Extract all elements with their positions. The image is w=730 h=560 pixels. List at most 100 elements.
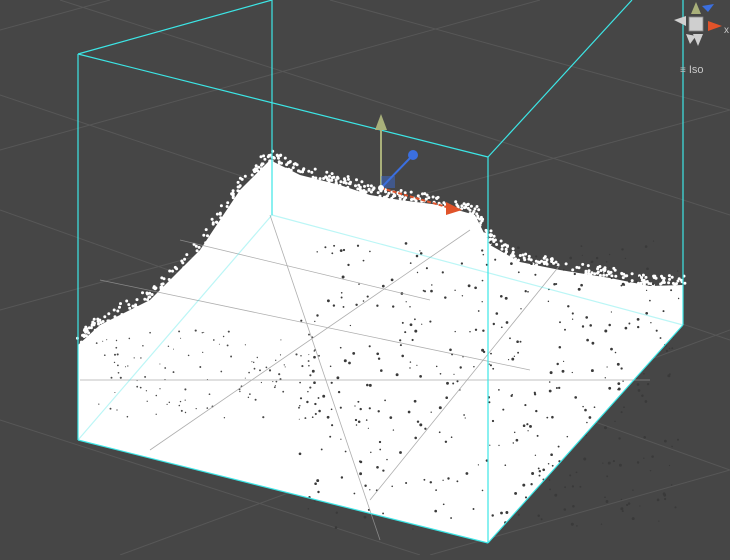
particle [587, 271, 591, 275]
z-cone-icon[interactable] [702, 4, 714, 12]
particle-gap [343, 359, 347, 363]
projection-toggle[interactable]: ≡ Iso [680, 64, 704, 76]
particle-gap [339, 406, 342, 409]
particle-gap [644, 400, 648, 403]
particle-gap [326, 299, 330, 303]
particle-gap [520, 308, 522, 310]
scene-viewport[interactable]: x ≡ Iso [0, 0, 730, 556]
particle-gap [676, 438, 680, 441]
particle [392, 193, 396, 197]
particle-gap [102, 340, 104, 342]
particle-gap [530, 483, 533, 486]
particle [495, 243, 499, 246]
particle-gap [559, 321, 561, 324]
particle-gap [481, 301, 483, 303]
gizmo-cube-icon[interactable] [688, 16, 704, 32]
particle-gap [308, 333, 310, 336]
particle [360, 180, 364, 184]
particle-gap [300, 319, 303, 322]
particle-gap [299, 397, 303, 400]
y-cone-icon[interactable] [691, 2, 701, 14]
particle-gap [474, 286, 477, 290]
x-cone-icon[interactable] [708, 21, 722, 31]
particle [460, 204, 464, 208]
z-axis-arrow-icon[interactable] [408, 150, 418, 160]
particle-gap [573, 272, 576, 276]
neg-x-cone-icon[interactable] [674, 16, 686, 26]
particle-gap [155, 413, 157, 415]
particle-gap [366, 295, 369, 298]
particle-gap [166, 403, 168, 406]
particle-gap [164, 367, 167, 369]
particle-gap [239, 390, 241, 393]
scene-canvas[interactable] [0, 0, 730, 556]
particle [250, 173, 254, 177]
orientation-gizmo[interactable]: x [662, 0, 730, 90]
particle [512, 254, 516, 258]
particle-gap [676, 270, 679, 272]
particle-gap [447, 477, 450, 480]
particle-gap [473, 366, 475, 368]
particle [366, 184, 370, 188]
particle-gap [201, 332, 203, 334]
particle [630, 279, 634, 283]
particle [376, 191, 380, 195]
particle-gap [618, 437, 621, 440]
y-axis-arrow-icon[interactable] [375, 114, 387, 130]
particle-gap [401, 354, 404, 358]
particle [236, 180, 240, 184]
particle-gap [313, 350, 316, 352]
particle-gap [376, 304, 379, 307]
particle-gap [348, 361, 351, 365]
particle [324, 175, 328, 179]
particle-gap [299, 405, 301, 407]
particle-gap [566, 435, 569, 438]
particle [652, 274, 656, 278]
particle-gap [663, 439, 667, 443]
particle-gap [557, 445, 560, 448]
particle-gap [330, 381, 333, 384]
particle [659, 282, 663, 286]
particle [262, 154, 266, 158]
particle-gap [579, 485, 582, 488]
particle [606, 270, 610, 274]
particle-gap [555, 263, 558, 266]
particle-gap [117, 371, 120, 374]
particle-gap [326, 415, 330, 419]
particle [647, 282, 651, 285]
particle-gap [307, 360, 310, 362]
particle-gap [220, 370, 223, 373]
particle-gap [142, 345, 144, 347]
particle-gap [218, 343, 220, 345]
particle-gap [481, 489, 484, 492]
particle-gap [172, 348, 175, 350]
pivot-center[interactable] [378, 185, 384, 191]
particle-mass [78, 160, 683, 543]
particle-gap [617, 388, 619, 391]
particle-gap [313, 381, 316, 385]
particle-gap [251, 361, 253, 363]
particle-gap [295, 353, 298, 356]
particle-gap [489, 241, 492, 244]
particle-gap [453, 373, 455, 375]
particle [386, 194, 390, 198]
particle [279, 153, 283, 157]
particle [225, 205, 229, 208]
particle-gap [342, 305, 345, 308]
particle-gap [555, 387, 558, 389]
particle [318, 177, 322, 181]
particle [263, 157, 267, 161]
particle-gap [608, 253, 611, 256]
particle-gap [608, 323, 611, 327]
particle [670, 275, 674, 279]
particle [605, 273, 609, 277]
particle-gap [159, 388, 161, 390]
particle-gap [298, 452, 302, 456]
particle [505, 250, 508, 254]
particle-gap [617, 382, 621, 385]
neg-y-cone-icon[interactable] [693, 34, 703, 46]
particle-gap [505, 321, 509, 324]
particle [147, 295, 151, 299]
particle [610, 274, 614, 278]
particle-gap [534, 273, 537, 276]
